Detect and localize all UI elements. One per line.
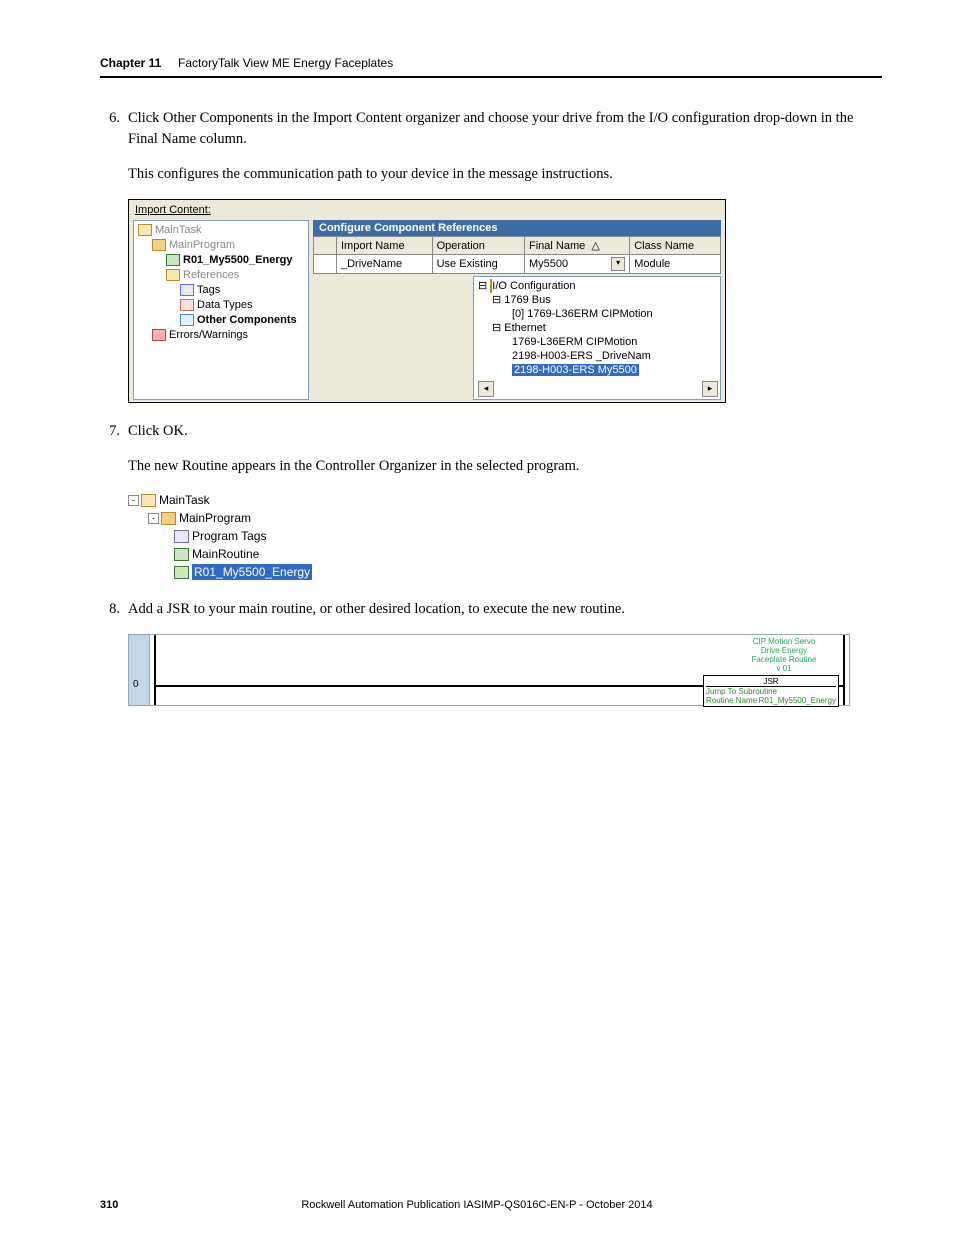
folder-icon xyxy=(166,269,180,281)
import-content-caption: Import Content: xyxy=(129,200,725,218)
footer-text: Rockwell Automation Publication IASIMP-Q… xyxy=(0,1199,954,1211)
collapse-icon[interactable]: - xyxy=(128,495,139,506)
routine-icon xyxy=(166,254,180,266)
dd-eth1[interactable]: 1769-L36ERM CIPMotion xyxy=(512,336,637,348)
program-icon xyxy=(152,239,166,251)
col-import-name[interactable]: Import Name xyxy=(337,237,433,255)
tree-tags: Tags xyxy=(197,284,220,296)
tree-routine: R01_My5500_Energy xyxy=(183,254,292,266)
step-8-num: 8. xyxy=(100,599,120,620)
import-content-panel: Import Content: MainTask MainProgram R01… xyxy=(128,199,726,403)
dd-io-config: I/O Configuration xyxy=(492,280,575,292)
rung-gutter: 0 xyxy=(129,635,150,705)
cell-final-name[interactable]: My5500▾ xyxy=(525,255,630,274)
jsr-line1: Jump To Subroutine xyxy=(706,687,836,696)
cell-import-name: _DriveName xyxy=(337,255,433,274)
step-8-text: Add a JSR to your main routine, or other… xyxy=(128,601,625,617)
tags-icon xyxy=(180,284,194,296)
tree-maintask: MainTask xyxy=(155,224,201,236)
step-6-num: 6. xyxy=(100,108,120,129)
col-final-name[interactable]: Final Name △ xyxy=(525,237,630,255)
datatype-icon xyxy=(180,299,194,311)
collapse-icon[interactable]: - xyxy=(148,513,159,524)
dd-bus[interactable]: 1769 Bus xyxy=(504,294,550,306)
folder-icon xyxy=(138,224,152,236)
error-icon xyxy=(152,329,166,341)
dropdown-button[interactable]: ▾ xyxy=(611,257,625,271)
other-icon xyxy=(180,314,194,326)
col-operation[interactable]: Operation xyxy=(432,237,524,255)
step-8: 8. Add a JSR to your main routine, or oth… xyxy=(100,599,882,620)
routine-icon xyxy=(174,548,189,561)
chapter-title: FactoryTalk View ME Energy Faceplates xyxy=(178,56,393,70)
scroll-left-button[interactable]: ◂ xyxy=(478,381,494,397)
ladder-editor: 0 CIP Motion Servo Drive Energy Faceplat… xyxy=(128,634,850,706)
page-header: Chapter 11 FactoryTalk View ME Energy Fa… xyxy=(100,56,882,70)
step-7-num: 7. xyxy=(100,421,120,442)
dd-ethernet[interactable]: Ethernet xyxy=(504,322,546,334)
dd-eth2[interactable]: 2198-H003-ERS _DriveNam xyxy=(512,350,651,362)
tree-mainprogram: MainProgram xyxy=(169,239,235,251)
left-rail xyxy=(154,635,156,705)
step-7: 7. Click OK. xyxy=(100,421,882,442)
jsr-param-value: R01_My5500_Energy xyxy=(759,696,836,705)
jsr-block[interactable]: JSR Jump To Subroutine Routine NameR01_M… xyxy=(703,675,839,707)
chapter-label: Chapter 11 xyxy=(100,56,161,70)
step-7-text: Click OK. xyxy=(128,423,188,439)
component-grid[interactable]: Import Name Operation Final Name △ Class… xyxy=(313,236,721,274)
import-tree[interactable]: MainTask MainProgram R01_My5500_Energy R… xyxy=(133,220,309,400)
rung-comment: CIP Motion Servo Drive Energy Faceplate … xyxy=(729,637,839,673)
table-row[interactable]: _DriveName Use Existing My5500▾ Module xyxy=(314,255,721,274)
jsr-label: JSR xyxy=(706,677,836,687)
tree-references: References xyxy=(183,269,239,281)
jsr-param-label: Routine Name xyxy=(706,696,757,705)
tree-errors: Errors/Warnings xyxy=(169,329,248,341)
step-7-para: The new Routine appears in the Controlle… xyxy=(128,456,882,477)
tree2-program-tags[interactable]: Program Tags xyxy=(192,529,266,543)
program-icon xyxy=(161,512,176,525)
grid-title: Configure Component References xyxy=(313,220,721,236)
scroll-right-button[interactable]: ▸ xyxy=(702,381,718,397)
tags-icon xyxy=(174,530,189,543)
right-rail xyxy=(843,635,845,705)
tree-other-components: Other Components xyxy=(197,314,297,326)
tree2-maintask[interactable]: MainTask xyxy=(159,493,210,507)
cell-class-name: Module xyxy=(630,255,721,274)
step-6-para: This configures the communication path t… xyxy=(128,164,882,185)
dd-eth3-selected[interactable]: 2198-H003-ERS My5500 xyxy=(512,364,639,376)
dd-bus-item[interactable]: [0] 1769-L36ERM CIPMotion xyxy=(512,308,653,320)
tree2-mainroutine[interactable]: MainRoutine xyxy=(192,547,259,561)
routine-icon xyxy=(174,566,189,579)
folder-icon xyxy=(141,494,156,507)
tree2-new-routine[interactable]: R01_My5500_Energy xyxy=(192,564,312,580)
step-6: 6. Click Other Components in the Import C… xyxy=(100,108,882,150)
tree-datatypes: Data Types xyxy=(197,299,252,311)
tree2-mainprogram[interactable]: MainProgram xyxy=(179,511,251,525)
controller-organizer-tree: -MainTask -MainProgram Program Tags Main… xyxy=(128,491,358,581)
cell-operation: Use Existing xyxy=(432,255,524,274)
io-config-dropdown[interactable]: ⊟ I/O Configuration ⊟ 1769 Bus [0] 1769-… xyxy=(473,276,721,400)
col-class-name[interactable]: Class Name xyxy=(630,237,721,255)
step-6-text: Click Other Components in the Import Con… xyxy=(128,110,853,147)
rung-number: 0 xyxy=(133,679,139,690)
header-rule xyxy=(100,76,882,78)
